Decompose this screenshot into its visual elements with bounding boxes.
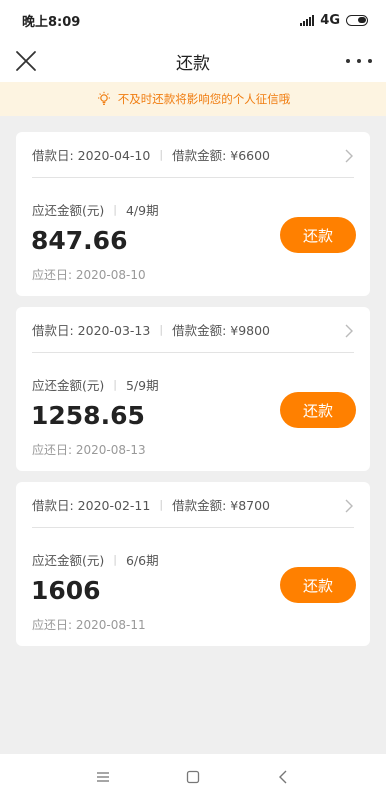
loan-card: 借款日: 2020-04-10 | 借款金额: ¥6600 应还金额(元) | … [16,132,370,296]
menu-icon[interactable] [94,768,112,786]
loan-card-header[interactable]: 借款日: 2020-03-13 | 借款金额: ¥9800 [32,307,354,353]
due-amount-line: 应还金额(元) | 6/6期 [32,550,159,569]
lightbulb-icon [97,91,110,105]
loan-card-header[interactable]: 借款日: 2020-02-11 | 借款金额: ¥8700 [32,482,354,528]
loan-date: 借款日: 2020-02-11 [32,498,151,513]
due-amount-label: 应还金额(元) [32,378,105,393]
due-amount-line: 应还金额(元) | 5/9期 [32,375,159,394]
due-date: 应还日: 2020-08-13 [32,443,146,457]
due-date: 应还日: 2020-08-10 [32,268,146,282]
loan-amount: 借款金额: ¥6600 [172,148,271,163]
home-icon[interactable] [184,768,202,786]
notice-bar: 不及时还款将影响您的个人征信哦 [0,82,386,116]
repay-button[interactable]: 还款 [280,567,356,603]
chevron-right-icon[interactable] [344,323,354,339]
due-amount-label: 应还金额(元) [32,203,105,218]
page-title: 还款 [176,53,210,74]
back-icon[interactable] [274,768,292,786]
due-amount-value: 1606 [31,576,101,605]
status-indicators: 4G [300,13,368,28]
status-bar: 晚上8:09 4G [0,0,386,40]
signal-icon [300,14,315,26]
loan-date: 借款日: 2020-03-13 [32,323,151,338]
due-date: 应还日: 2020-08-11 [32,618,146,632]
loan-card: 借款日: 2020-03-13 | 借款金额: ¥9800 应还金额(元) | … [16,307,370,471]
due-amount-line: 应还金额(元) | 4/9期 [32,200,159,219]
loan-card: 借款日: 2020-02-11 | 借款金额: ¥8700 应还金额(元) | … [16,482,370,646]
repay-button[interactable]: 还款 [280,217,356,253]
battery-icon [346,14,368,26]
more-icon[interactable] [346,50,372,72]
chevron-right-icon[interactable] [344,148,354,164]
installment-period: 6/6期 [125,553,159,568]
notice-text: 不及时还款将影响您的个人征信哦 [117,92,291,106]
system-nav-bar [0,754,386,800]
due-amount-label: 应还金额(元) [32,553,105,568]
due-amount-value: 847.66 [31,226,128,255]
chevron-right-icon[interactable] [344,498,354,514]
repay-button[interactable]: 还款 [280,392,356,428]
loan-card-header[interactable]: 借款日: 2020-04-10 | 借款金额: ¥6600 [32,132,354,178]
close-icon[interactable] [14,49,38,73]
nav-bar: 还款 [0,40,386,82]
network-type: 4G [320,12,340,28]
loan-date: 借款日: 2020-04-10 [32,148,151,163]
loan-amount: 借款金额: ¥8700 [172,498,271,513]
installment-period: 5/9期 [125,378,159,393]
installment-period: 4/9期 [125,203,159,218]
status-time: 晚上8:09 [22,14,81,30]
loan-amount: 借款金额: ¥9800 [172,323,271,338]
due-amount-value: 1258.65 [31,401,145,430]
